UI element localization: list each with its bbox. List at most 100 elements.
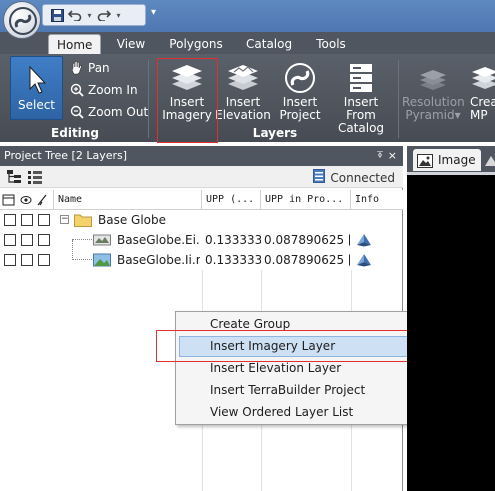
zoom-in-label: Zoom In bbox=[88, 83, 138, 97]
insert-elevation-label-2: Elevation bbox=[215, 108, 271, 122]
create-mpt-label-2: MP bbox=[470, 108, 488, 122]
create-mpt-button[interactable]: Crea MP bbox=[470, 56, 495, 126]
project-logo-icon bbox=[273, 56, 327, 94]
pyramid-layers-icon bbox=[402, 56, 464, 94]
app-logo[interactable] bbox=[3, 1, 41, 39]
layers-group-label: Layers bbox=[252, 126, 298, 140]
close-icon[interactable]: × bbox=[388, 146, 397, 166]
zoom-out-label: Zoom Out bbox=[88, 105, 149, 119]
info-pyramid-icon[interactable] bbox=[356, 253, 372, 270]
insert-elevation-button[interactable]: Insert Elevation bbox=[215, 56, 271, 126]
connected-label: Connected bbox=[330, 170, 395, 185]
group-name: Base Globe bbox=[98, 213, 167, 227]
header-upp[interactable]: UPP (... bbox=[202, 190, 261, 210]
panel-toolbar: Connected bbox=[0, 166, 403, 188]
zoom-out-button[interactable]: Zoom Out bbox=[70, 102, 148, 122]
zoom-in-button[interactable]: Zoom In bbox=[70, 80, 138, 100]
ribbon-tabs: Home View Polygons Catalog Tools bbox=[0, 32, 495, 54]
folder-icon bbox=[74, 213, 92, 230]
layer-upp: 0.133333 bbox=[205, 233, 261, 247]
quick-access-toolbar: ▾ ▾ bbox=[42, 4, 146, 26]
redo-dropdown-icon[interactable]: ▾ bbox=[114, 11, 123, 20]
header-info[interactable]: Info bbox=[351, 190, 403, 210]
panel-title-bar: Project Tree [2 Layers] ⍕ × bbox=[0, 146, 403, 166]
checkbox-lock[interactable] bbox=[38, 254, 50, 266]
header-upp-projection[interactable]: UPP in Pro... bbox=[261, 190, 351, 210]
insert-from-catalog-button[interactable]: Insert From Catalog bbox=[328, 56, 394, 135]
image-icon bbox=[417, 153, 433, 168]
save-icon[interactable] bbox=[49, 7, 65, 23]
tab-tools[interactable]: Tools bbox=[306, 34, 356, 54]
cursor-icon bbox=[11, 57, 62, 95]
layer-upp-projection: 0.087890625 [ bbox=[264, 233, 350, 247]
checkbox-visible[interactable] bbox=[4, 254, 16, 266]
table-row[interactable]: BaseGlobe.Ii.r 0.133333 0.087890625 [ bbox=[0, 240, 403, 270]
checkbox-lock[interactable] bbox=[38, 234, 50, 246]
hand-icon bbox=[70, 61, 84, 75]
ribbon-separator bbox=[148, 60, 149, 138]
pin-icon[interactable]: ⍕ bbox=[377, 146, 383, 166]
panel-title: Project Tree [2 Layers] bbox=[4, 149, 128, 162]
image-tab-label: Image bbox=[438, 153, 476, 167]
menu-item-insert-terrabuilder-project[interactable]: Insert TerraBuilder Project bbox=[179, 380, 415, 401]
zoom-in-icon bbox=[70, 83, 84, 97]
tree-connector bbox=[72, 239, 92, 240]
header-icons bbox=[0, 190, 54, 210]
tab-underline bbox=[407, 172, 495, 175]
tab-home[interactable]: Home bbox=[48, 34, 101, 54]
layer-upp: 0.133333 bbox=[205, 253, 261, 267]
server-icon bbox=[313, 169, 326, 186]
undo-dropdown-icon[interactable]: ▾ bbox=[85, 11, 94, 20]
list-view-icon[interactable] bbox=[27, 169, 43, 185]
table-row[interactable]: BaseGlobe.Ei.r 0.133333 0.087890625 [ bbox=[0, 230, 403, 250]
checkbox-view[interactable] bbox=[21, 254, 33, 266]
image-view-pane[interactable]: Image bbox=[407, 146, 495, 491]
tree-connector bbox=[72, 240, 73, 260]
customize-toolbar-icon[interactable]: ▾ bbox=[151, 7, 156, 18]
tab-view[interactable]: View bbox=[108, 34, 154, 54]
ribbon-separator bbox=[398, 60, 399, 138]
layer-name: BaseGlobe.Ei.r bbox=[117, 233, 200, 247]
context-menu: Create Group Insert Imagery Layer Insert… bbox=[175, 311, 419, 425]
ribbon: Select Pan Zoom In Zoom Out Editing Inse… bbox=[0, 54, 495, 142]
header-name[interactable]: Name bbox=[54, 190, 202, 210]
editing-group-label: Editing bbox=[51, 126, 99, 140]
checkbox-lock[interactable] bbox=[38, 214, 50, 226]
insert-catalog-label-1: Insert From bbox=[343, 95, 379, 122]
tab-polygons[interactable]: Polygons bbox=[160, 34, 232, 54]
tree-view-icon[interactable] bbox=[6, 169, 22, 185]
checkbox-visible[interactable] bbox=[4, 214, 16, 226]
tab-image[interactable]: Image bbox=[413, 149, 481, 171]
select-button[interactable]: Select bbox=[10, 56, 63, 120]
select-label: Select bbox=[17, 98, 56, 112]
layer-name: BaseGlobe.Ii.r bbox=[117, 253, 200, 267]
catalog-server-icon bbox=[328, 56, 394, 94]
connection-status: Connected bbox=[313, 169, 395, 186]
collapse-icon[interactable]: − bbox=[60, 215, 69, 224]
title-bar: ▾ ▾ ▾ bbox=[0, 0, 495, 32]
undo-icon[interactable] bbox=[67, 7, 83, 23]
checkbox-view[interactable] bbox=[21, 234, 33, 246]
checkbox-visible[interactable] bbox=[4, 234, 16, 246]
pan-button[interactable]: Pan bbox=[70, 58, 110, 78]
resolution-pyramid-label-2: Pyramid▾ bbox=[405, 108, 461, 122]
info-pyramid-icon[interactable] bbox=[356, 233, 372, 250]
pan-label: Pan bbox=[88, 61, 110, 75]
checkbox-view[interactable] bbox=[21, 214, 33, 226]
tree-row-group[interactable]: − Base Globe bbox=[0, 210, 403, 230]
insert-project-label-2: Project bbox=[279, 108, 321, 122]
tab-catalog[interactable]: Catalog bbox=[238, 34, 300, 54]
resolution-pyramid-button[interactable]: Resolution Pyramid▾ bbox=[402, 56, 465, 126]
grid-header: Name UPP (... UPP in Pro... Info bbox=[0, 190, 403, 210]
terrain-tab-icon[interactable] bbox=[485, 152, 495, 168]
imagery-layer-icon bbox=[93, 253, 111, 270]
redo-icon[interactable] bbox=[96, 7, 112, 23]
layer-upp-projection: 0.087890625 [ bbox=[264, 253, 350, 267]
highlight-box bbox=[157, 58, 218, 143]
insert-project-button[interactable]: Insert Project bbox=[273, 56, 327, 126]
menu-item-view-ordered-layer-list[interactable]: View Ordered Layer List bbox=[179, 402, 415, 423]
zoom-out-icon bbox=[70, 105, 84, 119]
elevation-layers-icon bbox=[215, 56, 271, 94]
highlight-box bbox=[156, 330, 450, 362]
create-mpt-icon bbox=[470, 56, 495, 94]
